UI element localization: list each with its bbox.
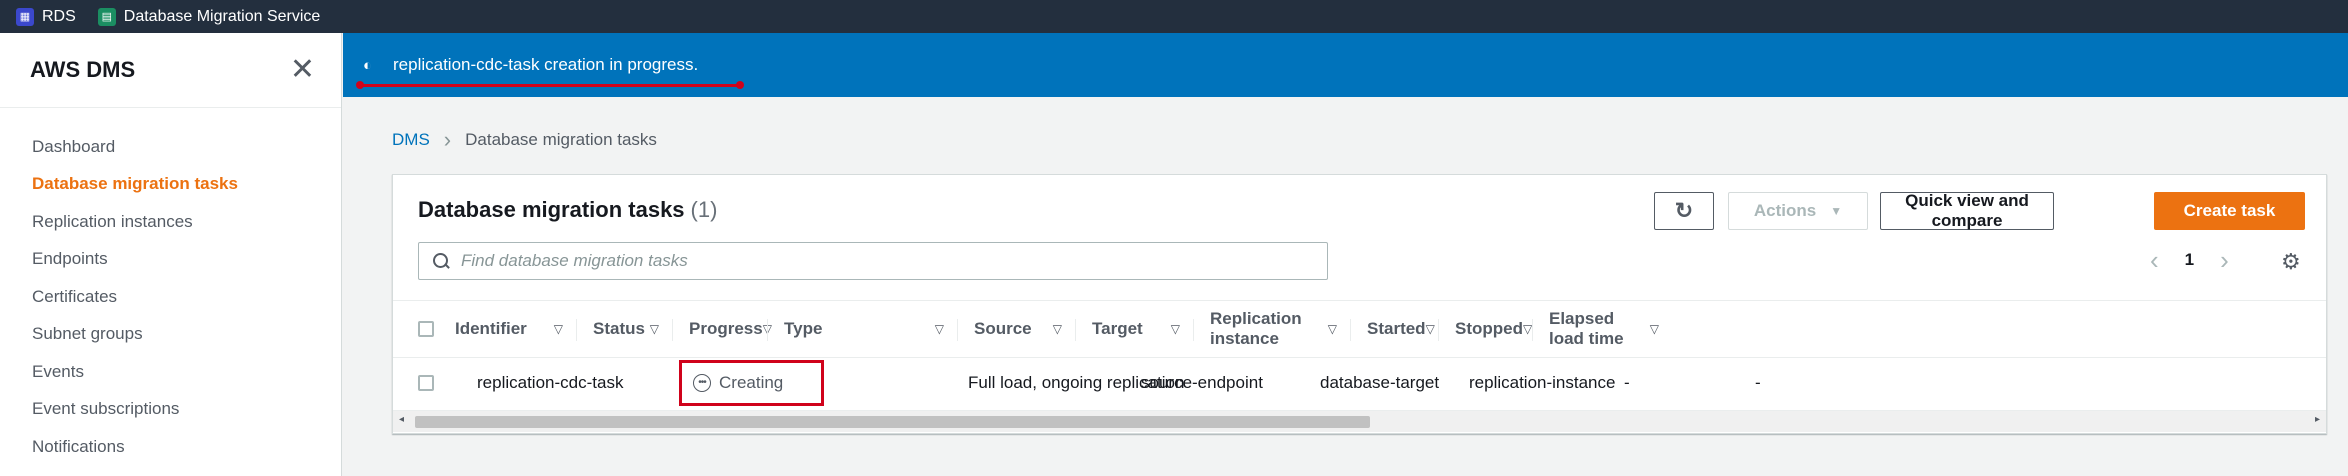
sort-icon: ▽ <box>1327 322 1337 336</box>
sort-icon: ▽ <box>649 322 659 336</box>
dms-label: Database Migration Service <box>123 7 321 25</box>
column-header-elapsed-load-time[interactable]: Elapsed load time ▽ <box>1533 301 1673 357</box>
row-checkbox[interactable] <box>418 375 434 391</box>
select-all-cell <box>393 301 439 357</box>
column-header-source[interactable]: Source ▽ <box>958 301 1076 357</box>
dms-service-link[interactable]: ▤ Database Migration Service <box>97 7 321 26</box>
refresh-icon: ↻ <box>1674 198 1694 223</box>
column-header-replication-instance-label: Replication instance <box>1210 309 1302 348</box>
next-page-icon[interactable]: › <box>2220 247 2229 273</box>
column-header-target[interactable]: Target ▽ <box>1076 301 1194 357</box>
dms-icon: ▤ <box>97 7 116 26</box>
sidebar: AWS DMS ✕ Dashboard Database migration t… <box>0 33 342 476</box>
panel-title-text: Database migration tasks <box>418 197 685 222</box>
row-select-cell <box>393 358 439 408</box>
quick-view-compare-button[interactable]: Quick view and compare <box>1880 191 2054 230</box>
breadcrumb-dms-link[interactable]: DMS <box>392 130 430 150</box>
scrollbar-thumb[interactable] <box>415 416 1370 428</box>
column-header-target-label: Target <box>1092 319 1143 338</box>
column-header-identifier-label: Identifier <box>455 319 527 338</box>
column-header-status[interactable]: Status ▽ <box>577 301 673 357</box>
refresh-button[interactable]: ↻ <box>1654 192 1714 230</box>
gear-icon[interactable]: ⚙ <box>2281 249 2301 275</box>
sort-icon: ▽ <box>553 322 563 336</box>
panel-title: Database migration tasks (1) <box>418 197 717 223</box>
column-header-elapsed-load-time-label: Elapsed load time <box>1549 309 1624 348</box>
actions-dropdown[interactable]: Actions ▼ <box>1728 192 1868 230</box>
column-header-type-label: Type <box>784 319 823 338</box>
flash-message: replication-cdc-task creation in progres… <box>393 55 699 74</box>
current-page-number[interactable]: 1 <box>2185 250 2194 270</box>
pagination: ‹ 1 › <box>2150 247 2229 273</box>
column-header-type[interactable]: Type ▽ <box>768 301 958 357</box>
horizontal-scrollbar[interactable]: ◂ ▸ <box>393 410 2326 432</box>
search-icon <box>433 253 449 269</box>
chevron-right-icon: › <box>443 127 452 152</box>
column-header-started-label: Started <box>1367 319 1426 338</box>
sort-icon: ▽ <box>1170 322 1180 336</box>
annotation-highlight-box <box>679 360 824 406</box>
flash-banner: ◐ replication-cdc-task creation in progr… <box>343 33 2348 97</box>
sidebar-item-certificates[interactable]: Certificates <box>0 278 341 316</box>
tasks-panel: Database migration tasks (1) ↻ Actions ▼ … <box>392 174 2327 434</box>
cell-replication-instance: replication-instance <box>1469 373 1616 392</box>
sort-icon: ▽ <box>1052 322 1062 336</box>
sort-icon: ▽ <box>1523 322 1533 336</box>
column-header-stopped[interactable]: Stopped ▽ <box>1439 301 1533 357</box>
caret-down-icon: ▼ <box>1830 204 1843 218</box>
sort-icon: ▽ <box>934 322 944 336</box>
sidebar-item-replication-instances[interactable]: Replication instances <box>0 203 341 241</box>
rds-service-link[interactable]: ▦ RDS <box>16 7 76 26</box>
select-all-checkbox[interactable] <box>418 321 434 337</box>
breadcrumb-current: Database migration tasks <box>465 130 657 149</box>
sidebar-item-endpoints[interactable]: Endpoints <box>0 241 341 279</box>
column-header-source-label: Source <box>974 319 1032 338</box>
column-header-stopped-label: Stopped <box>1455 319 1523 338</box>
sort-icon: ▽ <box>1649 322 1659 336</box>
cell-target: database-target <box>1320 373 1440 392</box>
sidebar-header: AWS DMS ✕ <box>0 33 341 108</box>
sidebar-item-events[interactable]: Events <box>0 353 341 391</box>
scroll-left-icon[interactable]: ◂ <box>399 414 404 425</box>
create-task-button[interactable]: Create task <box>2154 192 2305 230</box>
sidebar-item-subnet-groups[interactable]: Subnet groups <box>0 316 341 354</box>
sidebar-item-notifications[interactable]: Notifications <box>0 428 341 466</box>
sidebar-nav: Dashboard Database migration tasks Repli… <box>0 108 341 466</box>
sidebar-item-dashboard[interactable]: Dashboard <box>0 128 341 166</box>
previous-page-icon[interactable]: ‹ <box>2150 247 2159 273</box>
table-header: Identifier ▽ Status ▽ Progress ▽ Type ▽ Sour… <box>393 300 2326 358</box>
column-header-identifier[interactable]: Identifier ▽ <box>439 301 577 357</box>
sidebar-title: AWS DMS <box>30 57 136 82</box>
cell-started: - <box>1624 373 1630 392</box>
column-header-status-label: Status <box>593 319 645 338</box>
breadcrumb: DMS › Database migration tasks <box>392 129 657 151</box>
column-header-started[interactable]: Started ▽ <box>1351 301 1439 357</box>
annotation-underline <box>356 81 744 89</box>
task-count: (1) <box>690 197 718 222</box>
sort-icon: ▽ <box>1425 322 1435 336</box>
top-navigation-bar: ▦ RDS ▤ Database Migration Service <box>0 0 2348 33</box>
column-header-replication-instance[interactable]: Replication instance ▽ <box>1194 301 1351 357</box>
spinner-icon: ◐ <box>363 56 373 74</box>
sidebar-item-database-migration-tasks[interactable]: Database migration tasks <box>0 166 341 204</box>
search-input[interactable] <box>461 251 1321 271</box>
column-header-progress-label: Progress <box>689 319 763 338</box>
cell-elapsed-load-time <box>1893 358 1909 408</box>
rds-icon: ▦ <box>16 7 34 26</box>
search-box <box>418 242 1328 280</box>
scroll-right-icon[interactable]: ▸ <box>2315 414 2320 425</box>
cell-source: source-endpoint <box>1141 373 1263 392</box>
actions-label: Actions <box>1753 201 1817 220</box>
column-header-progress[interactable]: Progress ▽ <box>673 301 772 357</box>
rds-label: RDS <box>42 7 76 25</box>
cell-identifier[interactable]: replication-cdc-task <box>461 358 623 408</box>
cell-stopped: - <box>1755 373 1761 392</box>
sidebar-item-event-subscriptions[interactable]: Event subscriptions <box>0 391 341 429</box>
close-icon[interactable]: ✕ <box>290 55 315 85</box>
